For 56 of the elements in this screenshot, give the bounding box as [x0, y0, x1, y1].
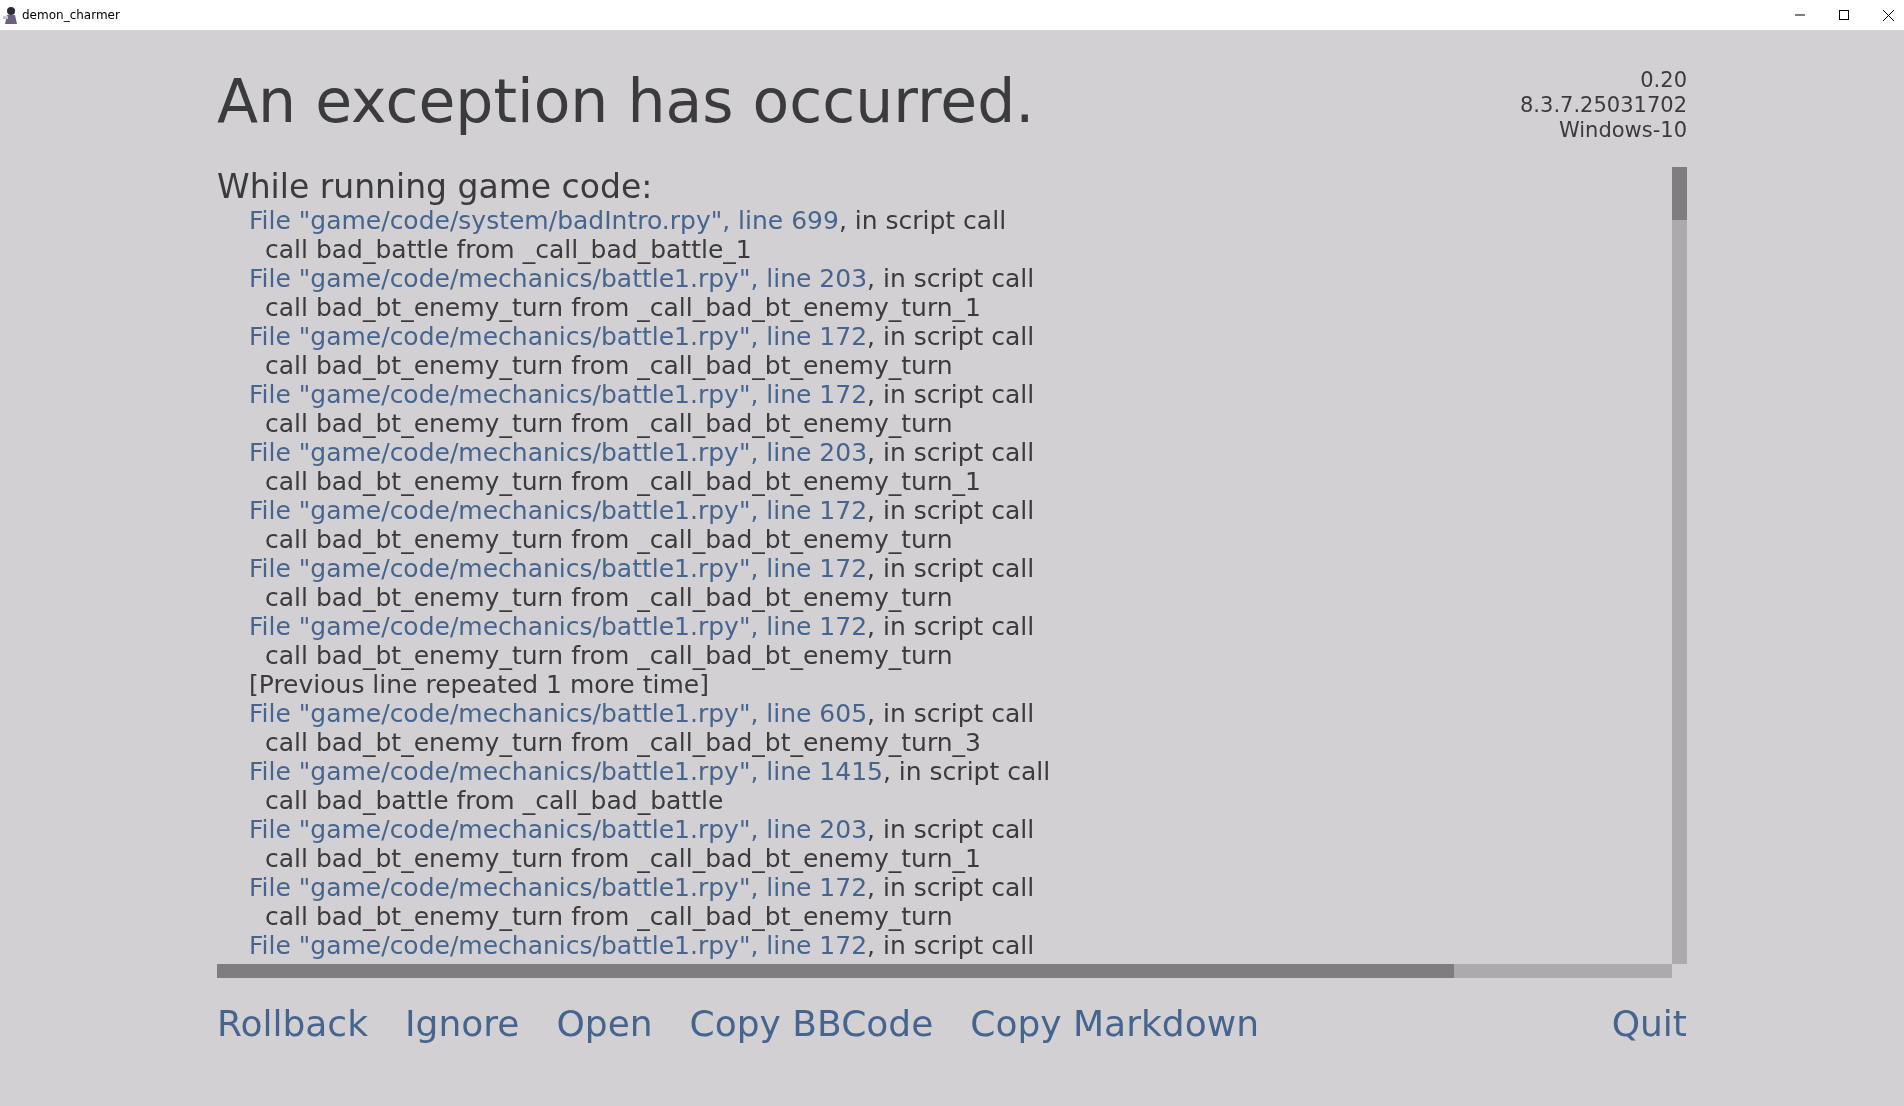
frame-text: , in script call	[867, 264, 1035, 293]
file-link[interactable]: File "game/code/mechanics/battle1.rpy", line 203	[249, 815, 868, 844]
quit-button[interactable]: Quit	[1611, 1002, 1687, 1046]
file-link[interactable]: File "game/code/mechanics/battle1.rpy", line 172	[249, 554, 868, 583]
file-link[interactable]: File "game/code/mechanics/battle1.rpy", line 172	[249, 380, 868, 409]
frame-text: , in script call	[867, 873, 1035, 902]
frame-text: , in script call	[882, 757, 1051, 786]
version-text: 8.3.7.25031702	[1520, 93, 1687, 118]
file-link[interactable]: File "game/code/mechanics/battle1.rpy", line 203	[249, 264, 868, 293]
scrollbar-thumb[interactable]	[1672, 167, 1687, 220]
call-text: call bad_bt_enemy_turn from _call_bad_bt_enemy_turn	[264, 583, 954, 612]
call-text: call bad_bt_enemy_turn from _call_bad_bt_enemy_turn	[264, 641, 954, 670]
vertical-scrollbar[interactable]	[1672, 167, 1687, 964]
frame-text: , in script call	[867, 815, 1035, 844]
version-text: Windows-10	[1558, 118, 1687, 143]
app-icon	[2, 6, 18, 24]
action-button[interactable]: Copy Markdown	[970, 1002, 1259, 1046]
action-button[interactable]: Copy BBCode	[689, 1002, 934, 1046]
file-link[interactable]: File "game/code/mechanics/battle1.rpy", line 172	[249, 873, 868, 902]
error-heading: An exception has occurred.	[217, 66, 1035, 138]
file-link[interactable]: File "game/code/mechanics/battle1.rpy", line 203	[249, 438, 868, 467]
frame-text: , in script call	[867, 931, 1035, 960]
call-text: call bad_bt_enemy_turn from _call_bad_bt_enemy_turn_3	[264, 728, 982, 757]
call-text: call bad_bt_enemy_turn from _call_bad_bt_enemy_turn	[264, 525, 954, 554]
section-title: While running game code:	[217, 167, 654, 207]
frame-text: , in script call	[867, 322, 1035, 351]
action-button[interactable]: Rollback	[217, 1002, 368, 1046]
frame-text: , in script call	[838, 206, 1007, 235]
action-button[interactable]: Open	[556, 1002, 653, 1046]
call-text: call bad_bt_enemy_turn from _call_bad_bt_enemy_turn	[264, 902, 954, 931]
file-link[interactable]: File "game/code/mechanics/battle1.rpy", line 172	[249, 612, 868, 641]
file-link[interactable]: File "game/code/system/badIntro.rpy", line 699	[249, 206, 839, 235]
call-text: call bad_bt_enemy_turn from _call_bad_bt_enemy_turn_1	[264, 293, 982, 322]
note-text: [Previous line repeated 1 more time]	[248, 670, 710, 699]
frame-text: , in script call	[867, 438, 1035, 467]
call-text: call bad_bt_enemy_turn from _call_bad_bt_enemy_turn	[264, 351, 954, 380]
frame-text: , in script call	[867, 380, 1035, 409]
frame-text: , in script call	[867, 612, 1035, 641]
frame-text: , in script call	[867, 496, 1035, 525]
file-link[interactable]: File "game/code/mechanics/battle1.rpy", line 172	[249, 931, 868, 960]
frame-text: , in script call	[867, 554, 1035, 583]
file-link[interactable]: File "game/code/mechanics/battle1.rpy", line 605	[249, 699, 868, 728]
call-text: call bad_bt_enemy_turn from _call_bad_bt_enemy_turn_1	[264, 467, 982, 496]
frame-text: , in script call	[867, 699, 1035, 728]
window-title: demon_charmer	[22, 7, 120, 24]
maximize-icon[interactable]	[1839, 10, 1849, 20]
call-text: call bad_battle from _call_bad_battle	[264, 786, 725, 815]
file-link[interactable]: File "game/code/mechanics/battle1.rpy", line 172	[249, 496, 868, 525]
call-text: call bad_bt_enemy_turn from _call_bad_bt_enemy_turn_1	[264, 844, 982, 873]
close-icon[interactable]	[1883, 9, 1894, 21]
action-button[interactable]: Ignore	[405, 1002, 520, 1046]
call-text: call bad_bt_enemy_turn from _call_bad_bt_enemy_turn	[264, 409, 954, 438]
file-link[interactable]: File "game/code/mechanics/battle1.rpy", line 172	[249, 322, 868, 351]
call-text: call bad_battle from _call_bad_battle_1	[264, 235, 753, 264]
file-link[interactable]: File "game/code/mechanics/battle1.rpy", line 1415	[249, 757, 883, 786]
version-text: 0.20	[1640, 68, 1687, 93]
